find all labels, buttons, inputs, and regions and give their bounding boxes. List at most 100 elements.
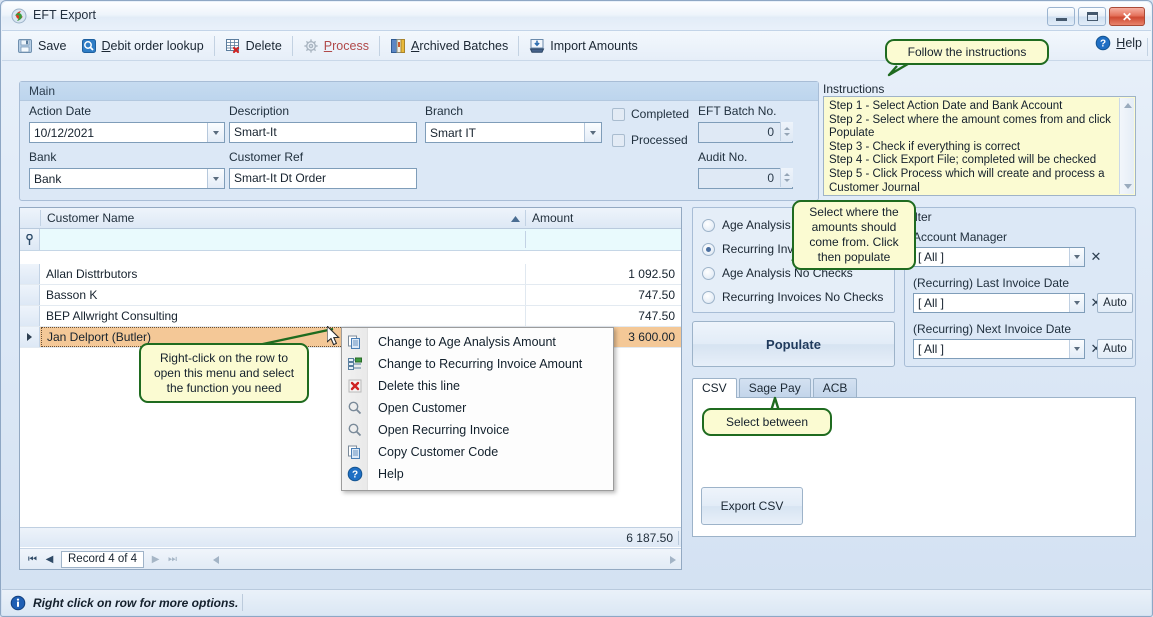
next-record-icon[interactable]: ▶ (147, 551, 164, 568)
filter-cell-amount[interactable] (526, 229, 681, 250)
callout-follow-instructions: Follow the instructions (885, 39, 1049, 65)
eft-batch-input[interactable]: 0 (698, 122, 793, 143)
minimize-icon[interactable] (1047, 7, 1075, 26)
grid-filter-row[interactable] (20, 229, 681, 251)
instructions-scrollbar[interactable] (1119, 98, 1134, 194)
account-manager-label: Account Manager (913, 230, 1008, 244)
menu-item-open-customer[interactable]: Open Customer (342, 397, 613, 419)
table-row[interactable]: BEP Allwright Consulting 747.50 (20, 306, 681, 327)
column-header-amount[interactable]: Amount (526, 208, 681, 228)
customer-ref-input[interactable]: Smart-It Dt Order (229, 168, 417, 189)
menu-item-help[interactable]: ? Help (342, 463, 613, 485)
scroll-right-icon[interactable] (666, 552, 679, 567)
radio-label: Age Analysis (722, 218, 791, 232)
tab-sage-pay[interactable]: Sage Pay (738, 378, 811, 397)
eft-batch-spinner[interactable] (780, 122, 793, 141)
recurring-icon (347, 356, 363, 372)
scroll-left-icon[interactable] (209, 552, 222, 567)
scroll-down-icon[interactable] (1120, 179, 1135, 194)
chevron-down-icon[interactable] (1069, 340, 1084, 358)
import-amounts-label: Import Amounts (550, 38, 638, 53)
bank-label: Bank (29, 150, 57, 164)
account-manager-value: [ All ] (918, 250, 945, 264)
main-group: Main Action Date 10/12/2021 Description … (19, 81, 819, 201)
svg-text:?: ? (352, 470, 358, 481)
close-icon[interactable]: ✕ (1109, 7, 1145, 26)
clear-account-manager-icon[interactable]: ✕ (1087, 247, 1105, 267)
bank-value: Bank (34, 172, 62, 186)
table-row[interactable]: Allan Disttrbutors 1 092.50 (20, 264, 681, 285)
audit-spinner[interactable] (780, 168, 793, 187)
radio-label: Recurring Invoices No Checks (722, 290, 884, 304)
last-invoice-date-value: [ All ] (918, 296, 945, 310)
chevron-down-icon[interactable] (207, 123, 224, 142)
instruction-line: Step 4 - Click Export File; completed wi… (829, 154, 1097, 167)
processed-checkbox[interactable]: Processed (612, 133, 688, 147)
bank-combo[interactable]: Bank (29, 168, 225, 189)
menu-item-delete-this-line[interactable]: Delete this line (342, 375, 613, 397)
row-context-menu[interactable]: Change to Age Analysis Amount Change to … (341, 327, 614, 491)
help-label: Help (1116, 36, 1142, 50)
menu-item-change-to-age-analysis-amount[interactable]: Change to Age Analysis Amount (342, 331, 613, 353)
import-amounts-button[interactable]: Import Amounts (522, 34, 645, 58)
auto-next-invoice-button[interactable]: Auto (1097, 339, 1133, 359)
column-header-customer-name[interactable]: Customer Name (41, 208, 525, 228)
populate-button[interactable]: Populate (692, 321, 895, 367)
delete-button[interactable]: Delete (218, 34, 289, 58)
chevron-down-icon[interactable] (584, 123, 601, 142)
horizontal-scrollbar[interactable] (209, 552, 679, 567)
filter-icon (20, 229, 40, 250)
scroll-up-icon[interactable] (1120, 98, 1135, 113)
debit-order-lookup-button[interactable]: Debit order lookup (74, 34, 211, 58)
chevron-down-icon[interactable] (1069, 248, 1084, 266)
last-record-icon[interactable]: ⏭ (164, 551, 181, 568)
completed-checkbox[interactable]: Completed (612, 107, 689, 121)
window-controls: ✕ (1047, 7, 1145, 26)
description-input[interactable]: Smart-It (229, 122, 417, 143)
last-invoice-date-combo[interactable]: [ All ] (913, 293, 1085, 313)
archived-batches-button[interactable]: Archived Batches (383, 34, 515, 58)
processed-label: Processed (631, 133, 688, 147)
filter-group: Filter Account Manager [ All ] ✕ (Recurr… (904, 207, 1136, 367)
auto-last-invoice-button[interactable]: Auto (1097, 293, 1133, 313)
first-record-icon[interactable]: ⏮ (24, 551, 41, 568)
eft-app-icon (11, 8, 27, 24)
status-separator (242, 594, 243, 611)
save-button[interactable]: Save (10, 34, 74, 58)
menu-item-change-to-recurring-invoice-amount[interactable]: Change to Recurring Invoice Amount (342, 353, 613, 375)
filter-cell-customer-name[interactable] (41, 229, 525, 250)
next-invoice-date-combo[interactable]: [ All ] (913, 339, 1085, 359)
callout-select-between: Select between (702, 408, 832, 436)
export-csv-button[interactable]: Export CSV (701, 487, 803, 525)
eft-export-window: EFT Export ✕ Save Debit order lookup Del… (0, 0, 1153, 617)
chevron-down-icon[interactable] (207, 169, 224, 188)
branch-value: Smart IT (430, 126, 477, 140)
info-icon (10, 595, 26, 611)
table-row[interactable]: Basson K 747.50 (20, 285, 681, 306)
menu-item-open-recurring-invoice[interactable]: Open Recurring Invoice (342, 419, 613, 441)
radio-recurring-invoices-no-checks[interactable]: Recurring Invoices No Checks (702, 290, 883, 304)
help-circle-icon: ? (347, 466, 363, 482)
chevron-down-icon[interactable] (1069, 294, 1084, 312)
next-invoice-date-label: (Recurring) Next Invoice Date (913, 322, 1072, 336)
menu-item-copy-customer-code[interactable]: Copy Customer Code (342, 441, 613, 463)
delete-x-icon (347, 378, 363, 394)
audit-input[interactable]: 0 (698, 168, 793, 189)
record-navigator: ⏮ ◀ Record 4 of 4 ▶ ⏭ (20, 548, 681, 569)
help-circle-icon: ? (1095, 35, 1111, 51)
maximize-icon[interactable] (1078, 7, 1106, 26)
branch-combo[interactable]: Smart IT (425, 122, 602, 143)
last-invoice-date-label: (Recurring) Last Invoice Date (913, 276, 1070, 290)
radio-age-analysis[interactable]: Age Analysis (702, 218, 791, 232)
process-button[interactable]: Process (296, 34, 376, 58)
help-button[interactable]: ? Help (1095, 35, 1142, 51)
instructions-textbox[interactable]: Step 1 - Select Action Date and Bank Acc… (823, 96, 1136, 196)
tab-csv[interactable]: CSV (692, 378, 737, 398)
prev-record-icon[interactable]: ◀ (41, 551, 58, 568)
cell-amount: 747.50 (638, 309, 675, 323)
account-manager-combo[interactable]: [ All ] (913, 247, 1085, 267)
tab-acb[interactable]: ACB (812, 378, 858, 397)
menu-item-label: Copy Customer Code (378, 445, 499, 459)
action-date-combo[interactable]: 10/12/2021 (29, 122, 225, 143)
toolbar-separator (378, 35, 380, 56)
